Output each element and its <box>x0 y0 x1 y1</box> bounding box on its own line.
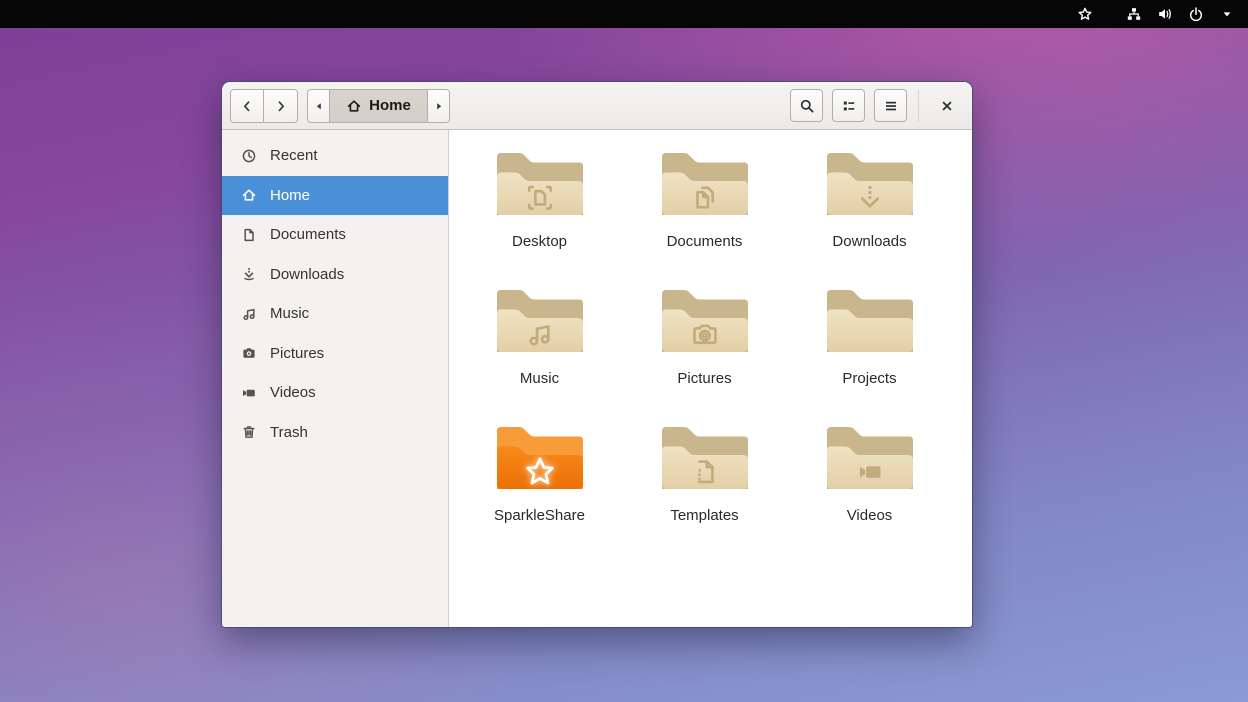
path-scroll-left-button[interactable] <box>307 89 330 123</box>
folder-icon <box>822 277 918 361</box>
music-icon <box>241 306 257 322</box>
sidebar-item-videos[interactable]: Videos <box>222 373 448 413</box>
sidebar-item-label: Music <box>270 305 309 322</box>
folder-icon <box>822 140 918 224</box>
folder-icon <box>492 277 588 361</box>
window-body: Recent Home Documents Downloads Music Picture… <box>222 130 972 627</box>
menu-button[interactable] <box>874 89 907 122</box>
chevron-left-icon <box>239 98 255 114</box>
volume-icon[interactable] <box>1156 5 1174 23</box>
file-label: Projects <box>842 370 896 387</box>
file-grid: Desktop Documents Downloads Music Pictur… <box>449 130 972 627</box>
headerbar-separator <box>918 90 919 122</box>
history-nav-group <box>230 89 298 123</box>
file-item-desktop[interactable]: Desktop <box>457 140 622 277</box>
path-current-location[interactable]: Home <box>330 89 427 123</box>
search-icon <box>799 98 815 114</box>
file-label: Documents <box>667 233 743 250</box>
file-item-music[interactable]: Music <box>457 277 622 414</box>
file-label: Videos <box>847 507 893 524</box>
folder-icon <box>492 140 588 224</box>
folder-icon <box>822 414 918 498</box>
list-view-icon <box>841 98 857 114</box>
file-label: Desktop <box>512 233 567 250</box>
download-icon <box>241 266 257 282</box>
file-manager-window: Home Recent Home Documents Downloads Music Pi… <box>222 82 972 627</box>
search-button[interactable] <box>790 89 823 122</box>
sidebar-item-music[interactable]: Music <box>222 294 448 334</box>
sidebar-item-home[interactable]: Home <box>222 176 448 216</box>
file-item-sparkleshare[interactable]: SparkleShare <box>457 414 622 551</box>
camera-icon <box>241 345 257 361</box>
network-icon[interactable] <box>1125 5 1143 23</box>
forward-button[interactable] <box>264 89 298 123</box>
toolbar-buttons <box>790 89 907 122</box>
file-item-videos[interactable]: Videos <box>787 414 952 551</box>
folder-icon <box>657 140 753 224</box>
power-icon[interactable] <box>1187 5 1205 23</box>
path-scroll-right-button[interactable] <box>427 89 450 123</box>
path-label: Home <box>369 97 411 114</box>
file-item-projects[interactable]: Projects <box>787 277 952 414</box>
triangle-right-icon <box>431 98 447 114</box>
sidebar-item-trash[interactable]: Trash <box>222 413 448 453</box>
desktop-wallpaper: Home Recent Home Documents Downloads Music Pi… <box>0 0 1248 702</box>
home-icon <box>346 98 362 114</box>
sidebar-item-label: Recent <box>270 147 318 164</box>
sidebar-item-documents[interactable]: Documents <box>222 215 448 255</box>
home-icon <box>346 98 362 114</box>
file-item-downloads[interactable]: Downloads <box>787 140 952 277</box>
sidebar-item-downloads[interactable]: Downloads <box>222 255 448 295</box>
close-icon <box>939 98 955 114</box>
chevron-right-icon <box>273 98 289 114</box>
folder-icon <box>492 414 588 498</box>
list-view-toggle-button[interactable] <box>832 89 865 122</box>
window-close-button[interactable] <box>930 89 964 123</box>
sidebar-item-label: Home <box>270 187 310 204</box>
file-label: Pictures <box>677 370 731 387</box>
home-icon <box>241 187 257 203</box>
sidebar-item-label: Documents <box>270 226 346 243</box>
trash-icon <box>241 424 257 440</box>
folder-icon <box>657 414 753 498</box>
places-sidebar: Recent Home Documents Downloads Music Picture… <box>222 130 449 627</box>
top-bar <box>0 0 1248 28</box>
sidebar-item-label: Videos <box>270 384 316 401</box>
triangle-left-icon <box>311 98 327 114</box>
header-bar: Home <box>222 82 972 130</box>
sidebar-item-pictures[interactable]: Pictures <box>222 334 448 374</box>
sidebar-item-label: Pictures <box>270 345 324 362</box>
file-label: SparkleShare <box>494 507 585 524</box>
file-item-pictures[interactable]: Pictures <box>622 277 787 414</box>
video-icon <box>241 385 257 401</box>
star-icon[interactable] <box>1076 5 1094 23</box>
file-label: Music <box>520 370 559 387</box>
document-icon <box>241 227 257 243</box>
chevron-down-icon[interactable] <box>1218 5 1236 23</box>
sidebar-item-label: Downloads <box>270 266 344 283</box>
path-bar: Home <box>307 89 450 123</box>
file-item-templates[interactable]: Templates <box>622 414 787 551</box>
sidebar-item-label: Trash <box>270 424 308 441</box>
file-label: Templates <box>670 507 738 524</box>
sidebar-item-recent[interactable]: Recent <box>222 136 448 176</box>
file-label: Downloads <box>832 233 906 250</box>
file-item-documents[interactable]: Documents <box>622 140 787 277</box>
recent-icon <box>241 148 257 164</box>
folder-icon <box>657 277 753 361</box>
back-button[interactable] <box>230 89 264 123</box>
menu-icon <box>883 98 899 114</box>
